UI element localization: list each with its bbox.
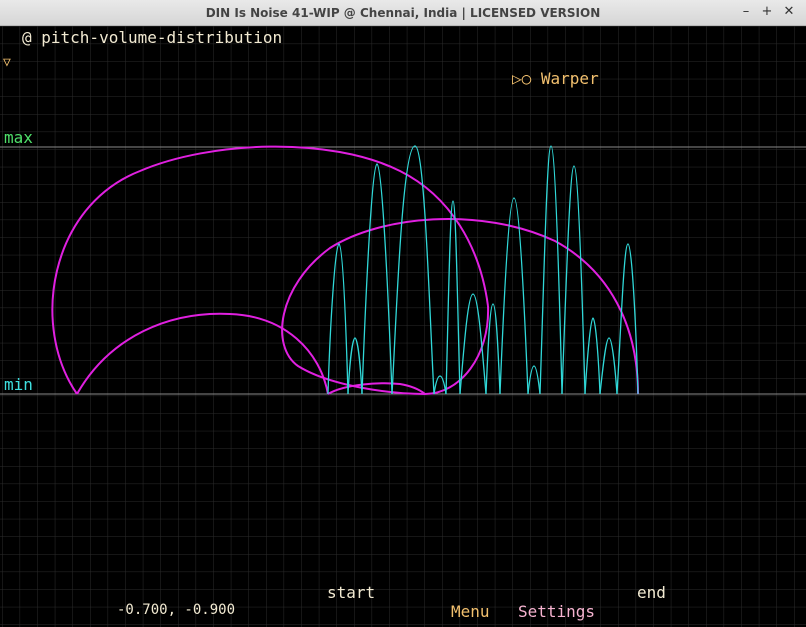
window-title: DIN Is Noise 41-WIP @ Chennai, India | L…	[205, 6, 601, 20]
grid	[0, 26, 806, 627]
menu-button[interactable]: Menu	[451, 603, 490, 621]
min-label: min	[4, 375, 33, 394]
curve-editor-canvas[interactable]: @ pitch-volume-distribution ▽ ▷○ Warper …	[0, 26, 806, 627]
collapse-icon[interactable]: ▽	[3, 54, 11, 72]
curve-editor-svg[interactable]	[0, 26, 806, 627]
max-label: max	[4, 128, 33, 147]
start-label: start	[327, 583, 376, 602]
cursor-readout: -0.700, -0.900	[117, 602, 236, 618]
warper-button[interactable]: ▷○ Warper	[512, 70, 599, 88]
maximize-button[interactable]: +	[758, 3, 776, 21]
settings-button[interactable]: Settings	[518, 603, 595, 621]
editor-name: @ pitch-volume-distribution	[22, 28, 283, 47]
end-label: end	[637, 583, 666, 602]
minimize-button[interactable]: –	[737, 3, 755, 21]
window-titlebar[interactable]: DIN Is Noise 41-WIP @ Chennai, India | L…	[0, 0, 806, 26]
close-button[interactable]: ✕	[780, 3, 798, 21]
